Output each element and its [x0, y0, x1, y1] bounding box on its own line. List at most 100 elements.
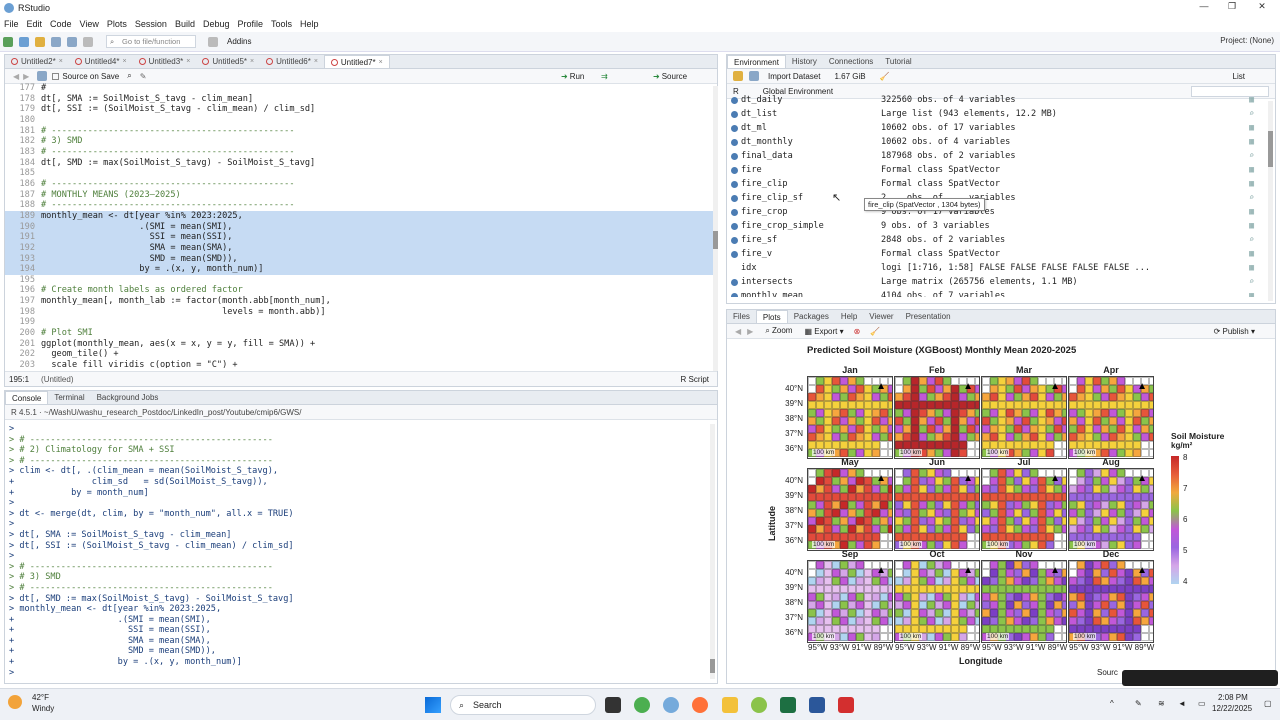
tab-untitled7-[interactable]: Untitled7* ×: [323, 55, 390, 69]
wand-icon[interactable]: ✎: [140, 72, 147, 81]
code-line[interactable]: 197 monthly_mean[, month_lab := factor(mo…: [5, 296, 713, 307]
view-data-icon[interactable]: ⌕: [1249, 109, 1259, 119]
new-file-icon[interactable]: [3, 36, 13, 47]
load-workspace-icon[interactable]: [733, 71, 743, 81]
tab-tutorial[interactable]: Tutorial: [879, 55, 917, 68]
view-data-icon[interactable]: ⌕: [1249, 193, 1259, 203]
weather-text[interactable]: Windy: [32, 704, 54, 713]
import-dataset-menu[interactable]: Import Dataset: [768, 72, 820, 81]
save-icon[interactable]: [51, 36, 61, 47]
word-icon[interactable]: [809, 697, 825, 713]
code-line[interactable]: 198 levels = month.abb)]: [5, 307, 713, 318]
code-line[interactable]: 203 scale_fill_viridis_c(option = "C") +: [5, 360, 713, 368]
chrome-icon[interactable]: [634, 697, 650, 713]
rerun-icon[interactable]: ⇉: [601, 72, 608, 81]
expand-icon[interactable]: [731, 265, 738, 272]
tab-untitled6-[interactable]: Untitled6* ×: [260, 55, 324, 68]
view-data-icon[interactable]: ▦: [1249, 263, 1259, 273]
expand-icon[interactable]: [731, 152, 738, 160]
code-line[interactable]: 195: [5, 275, 713, 286]
wifi-icon[interactable]: ≋: [1158, 699, 1165, 708]
expand-icon[interactable]: [731, 194, 738, 202]
menu-file[interactable]: File: [4, 19, 19, 29]
firefox-icon[interactable]: [692, 697, 708, 713]
tab-console[interactable]: Console: [5, 391, 49, 404]
task-view-icon[interactable]: [605, 697, 621, 713]
export-menu[interactable]: ▦ Export ▾: [804, 327, 843, 336]
code-line[interactable]: 202 geom_tile() +: [5, 349, 713, 360]
close-tab-icon[interactable]: ×: [379, 56, 383, 69]
menu-plots[interactable]: Plots: [107, 19, 127, 29]
clock-time[interactable]: 2:08 PM: [1218, 693, 1248, 702]
close-tab-icon[interactable]: ×: [186, 55, 190, 68]
expand-icon[interactable]: [731, 110, 738, 118]
menu-view[interactable]: View: [80, 19, 99, 29]
code-line[interactable]: 183 # -----------------------------------…: [5, 147, 713, 158]
code-line[interactable]: 193 SMD = mean(SMD)),: [5, 253, 713, 265]
tab-untitled2-[interactable]: Untitled2* ×: [5, 55, 69, 68]
minimize-button[interactable]: —: [1190, 1, 1218, 14]
source-on-save-checkbox[interactable]: Source on Save: [52, 72, 119, 81]
code-line[interactable]: 199: [5, 317, 713, 328]
excel-icon[interactable]: [780, 697, 796, 713]
code-line[interactable]: 192 SMA = mean(SMA),: [5, 242, 713, 254]
view-data-icon[interactable]: ▦: [1249, 137, 1259, 147]
temperature[interactable]: 42°F: [32, 693, 49, 702]
env-row[interactable]: idx logi [1:716, 1:58] FALSE FALSE FALSE …: [727, 261, 1267, 275]
view-data-icon[interactable]: ▦: [1249, 249, 1259, 259]
clear-broom-icon[interactable]: 🧹: [880, 72, 890, 81]
close-tab-icon[interactable]: ×: [59, 55, 63, 68]
go-to-file-input[interactable]: ⌕ Go to file/function: [106, 35, 196, 48]
remove-plot-icon[interactable]: ⊗: [854, 327, 861, 336]
source-button[interactable]: ➜ Source: [653, 72, 687, 81]
expand-icon[interactable]: [731, 222, 738, 230]
project-menu[interactable]: Project: (None): [1220, 36, 1274, 45]
code-line[interactable]: 177 #: [5, 83, 713, 94]
code-line[interactable]: 200 # Plot SMI: [5, 328, 713, 339]
code-line[interactable]: 190 .(SMI = mean(SMI),: [5, 221, 713, 233]
prev-plot-icon[interactable]: ◀: [735, 327, 741, 336]
code-line[interactable]: 185: [5, 168, 713, 179]
tab-presentation[interactable]: Presentation: [900, 310, 957, 323]
scope-indicator[interactable]: (Untitled): [41, 375, 73, 384]
env-row[interactable]: dt_daily 322560 obs. of 4 variables ▦: [727, 93, 1267, 107]
close-button[interactable]: ✕: [1248, 1, 1276, 14]
code-line[interactable]: 184 dt[, SMD := max(SoilMoist_S_tavg) - S…: [5, 158, 713, 169]
clear-plots-icon[interactable]: 🧹: [870, 327, 880, 336]
close-tab-icon[interactable]: ×: [314, 55, 318, 68]
tray-overflow-icon[interactable]: ^: [1110, 699, 1114, 708]
env-row[interactable]: fire_clip Formal class SpatVector ▦: [727, 177, 1267, 191]
view-data-icon[interactable]: ▦: [1249, 207, 1259, 217]
close-tab-icon[interactable]: ×: [122, 55, 126, 68]
console-scrollbar[interactable]: [710, 424, 715, 679]
view-data-icon[interactable]: ⌕: [1249, 277, 1259, 287]
env-row[interactable]: fire_clip_sf2... obs. of ... variables⌕: [727, 191, 1267, 205]
code-line[interactable]: 191 SSI = mean(SSI),: [5, 232, 713, 243]
expand-icon[interactable]: [731, 250, 738, 258]
view-data-icon[interactable]: ▦: [1249, 123, 1259, 133]
tab-environment[interactable]: Environment: [727, 55, 786, 68]
code-line[interactable]: 201 ggplot(monthly_mean, aes(x = x, y = y…: [5, 339, 713, 350]
close-tab-icon[interactable]: ×: [250, 55, 254, 68]
print-icon[interactable]: [83, 36, 93, 47]
code-editor[interactable]: 177 #178 dt[, SMA := SoilMoist_S_tavg - cl…: [5, 83, 713, 368]
battery-icon[interactable]: ▭: [1198, 699, 1206, 708]
editor-scrollbar[interactable]: [713, 86, 718, 371]
volume-icon[interactable]: ◄: [1178, 699, 1186, 708]
maximize-button[interactable]: ❐: [1218, 1, 1246, 14]
file-type[interactable]: R Script: [681, 375, 709, 384]
save-doc-icon[interactable]: [37, 71, 48, 81]
code-line[interactable]: 187 # MONTHLY MEANS (2023–2025): [5, 190, 713, 201]
env-row[interactable]: fire_crop_simple 9 obs. of 3 variables ▦: [727, 219, 1267, 233]
tab-background-jobs[interactable]: Background Jobs: [91, 391, 165, 404]
code-line[interactable]: 188 # -----------------------------------…: [5, 200, 713, 211]
addins-menu[interactable]: Addins: [227, 37, 251, 46]
env-row[interactable]: intersects Large matrix (265756 elements,…: [727, 275, 1267, 289]
qgis-icon[interactable]: [751, 697, 767, 713]
tab-packages[interactable]: Packages: [788, 310, 835, 323]
env-row[interactable]: fire_crop 9 obs. of 17 variables ▦: [727, 205, 1267, 219]
publish-button[interactable]: ⟳ Publish ▾: [1214, 327, 1255, 336]
code-line[interactable]: 180: [5, 115, 713, 126]
env-row[interactable]: dt_monthly 10602 obs. of 4 variables ▦: [727, 135, 1267, 149]
expand-icon[interactable]: [731, 208, 738, 216]
